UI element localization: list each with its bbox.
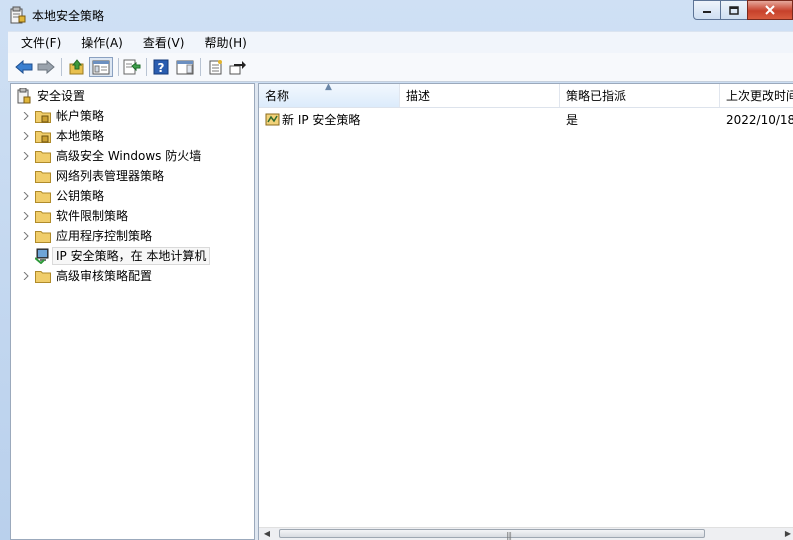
properties-button[interactable] (206, 57, 226, 77)
list-header: ▲ 名称 描述 策略已指派 上次更改时间 (259, 84, 793, 108)
column-header-assigned[interactable]: 策略已指派 (560, 84, 720, 107)
tree-item-label: 网络列表管理器策略 (56, 169, 165, 183)
back-icon (15, 60, 33, 74)
export-list-button[interactable] (122, 57, 142, 77)
scroll-right-icon[interactable]: ▶ (782, 528, 793, 540)
grip-icon: ||| (506, 531, 512, 540)
cell-assigned: 是 (566, 113, 579, 127)
refresh-icon (229, 61, 246, 75)
expand-arrow-icon[interactable] (22, 212, 30, 220)
menu-help[interactable]: 帮助(H) (197, 33, 253, 53)
column-header-label: 策略已指派 (566, 89, 627, 103)
locked-folder-icon (35, 130, 51, 143)
refresh-button[interactable] (228, 57, 248, 77)
expand-arrow-icon[interactable] (22, 192, 30, 200)
cell-name: 新 IP 安全策略 (282, 113, 361, 127)
properties-icon (209, 60, 222, 75)
tree-pane: 安全设置 帐户策略 本地策略 高级安全 Windows 防火墙 网络列表管理器策… (10, 83, 255, 540)
folder-icon (35, 270, 51, 283)
tree-item-label: 公钥策略 (56, 189, 105, 203)
toolbar-separator (200, 58, 201, 76)
show-hide-tree-button[interactable] (89, 57, 113, 77)
forward-icon (37, 60, 55, 74)
folder-icon (35, 170, 51, 183)
tree-item-label: 高级安全 Windows 防火墙 (56, 149, 202, 163)
toolbar-separator (61, 58, 62, 76)
folder-icon (35, 150, 51, 163)
tree-root-label: 安全设置 (37, 89, 86, 103)
tree-item-app-control[interactable]: 应用程序控制策略 (11, 226, 251, 246)
folder-icon (35, 210, 51, 223)
tree-item-label: IP 安全策略，在 本地计算机 (52, 247, 211, 265)
tree-item-account-policy[interactable]: 帐户策略 (11, 106, 251, 126)
window-title: 本地安全策略 (32, 9, 105, 23)
show-hide-action-pane-icon (176, 60, 194, 74)
maximize-icon (729, 5, 739, 15)
column-header-name[interactable]: ▲ 名称 (259, 84, 400, 107)
scroll-left-icon[interactable]: ◀ (261, 528, 273, 540)
tree-item-public-key[interactable]: 公钥策略 (11, 186, 251, 206)
close-icon (765, 5, 775, 15)
expand-arrow-icon[interactable] (22, 152, 30, 160)
up-folder-icon (69, 59, 84, 75)
tree-item-ip-security[interactable]: IP 安全策略，在 本地计算机 (11, 246, 251, 266)
show-hide-tree-icon (92, 60, 110, 74)
close-button[interactable] (747, 0, 793, 20)
column-header-description[interactable]: 描述 (400, 84, 560, 107)
app-window: 本地安全策略 文件(F) 操作(A) 查看(V) 帮助(H) ? 安全设置 帐户… (0, 0, 793, 540)
back-button[interactable] (14, 57, 34, 77)
toolbar: ? (8, 53, 793, 82)
ip-policy-icon (265, 113, 280, 126)
security-settings-icon (17, 88, 31, 104)
help-icon: ? (153, 59, 169, 75)
table-row[interactable]: 新 IP 安全策略 是 2022/10/18 (259, 110, 793, 130)
scrollbar-thumb[interactable]: ||| (279, 529, 705, 540)
forward-button[interactable] (36, 57, 56, 77)
toolbar-separator (118, 58, 119, 76)
up-folder-button[interactable] (67, 57, 87, 77)
tree-root-item[interactable]: 安全设置 (11, 86, 251, 106)
export-list-icon (123, 59, 141, 75)
list-pane: ▲ 名称 描述 策略已指派 上次更改时间 新 IP 安全策略 是 2022/10… (258, 83, 793, 540)
column-header-label: 上次更改时间 (726, 89, 793, 103)
maximize-button[interactable] (720, 0, 748, 20)
security-policy-icon (10, 6, 26, 24)
expand-arrow-icon[interactable] (22, 132, 30, 140)
title-bar[interactable]: 本地安全策略 (0, 0, 793, 30)
svg-text:?: ? (158, 61, 165, 75)
minimize-button[interactable] (693, 0, 721, 20)
menu-action[interactable]: 操作(A) (74, 33, 130, 53)
locked-folder-icon (35, 110, 51, 123)
tree-item-advanced-audit[interactable]: 高级审核策略配置 (11, 266, 251, 286)
tree-item-firewall[interactable]: 高级安全 Windows 防火墙 (11, 146, 251, 166)
menu-file[interactable]: 文件(F) (14, 33, 68, 53)
folder-icon (35, 190, 51, 203)
column-header-modified[interactable]: 上次更改时间 (720, 84, 793, 107)
tree-item-network-list[interactable]: 网络列表管理器策略 (11, 166, 251, 186)
tree-item-label: 软件限制策略 (56, 209, 129, 223)
horizontal-scrollbar[interactable]: ◀ ||| ▶ (259, 527, 793, 540)
column-header-label: 名称 (265, 89, 290, 103)
folder-icon (35, 230, 51, 243)
expand-arrow-icon[interactable] (22, 272, 30, 280)
tree-item-label: 帐户策略 (56, 109, 105, 123)
tree-item-local-policy[interactable]: 本地策略 (11, 126, 251, 146)
tree-item-software-restriction[interactable]: 软件限制策略 (11, 206, 251, 226)
menu-bar: 文件(F) 操作(A) 查看(V) 帮助(H) (8, 31, 793, 54)
tree-item-label: 应用程序控制策略 (56, 229, 153, 243)
help-button[interactable]: ? (151, 57, 171, 77)
cell-modified: 2022/10/18 (726, 113, 793, 127)
expand-arrow-icon[interactable] (22, 112, 30, 120)
sort-ascending-icon: ▲ (325, 84, 332, 92)
expand-arrow-icon[interactable] (22, 232, 30, 240)
computer-policy-icon (35, 248, 49, 264)
column-header-label: 描述 (406, 89, 431, 103)
minimize-icon (703, 11, 711, 13)
tree-item-label: 高级审核策略配置 (56, 269, 153, 283)
tree-item-label: 本地策略 (56, 129, 105, 143)
toolbar-separator (146, 58, 147, 76)
show-hide-action-pane-button[interactable] (175, 57, 195, 77)
menu-view[interactable]: 查看(V) (136, 33, 192, 53)
